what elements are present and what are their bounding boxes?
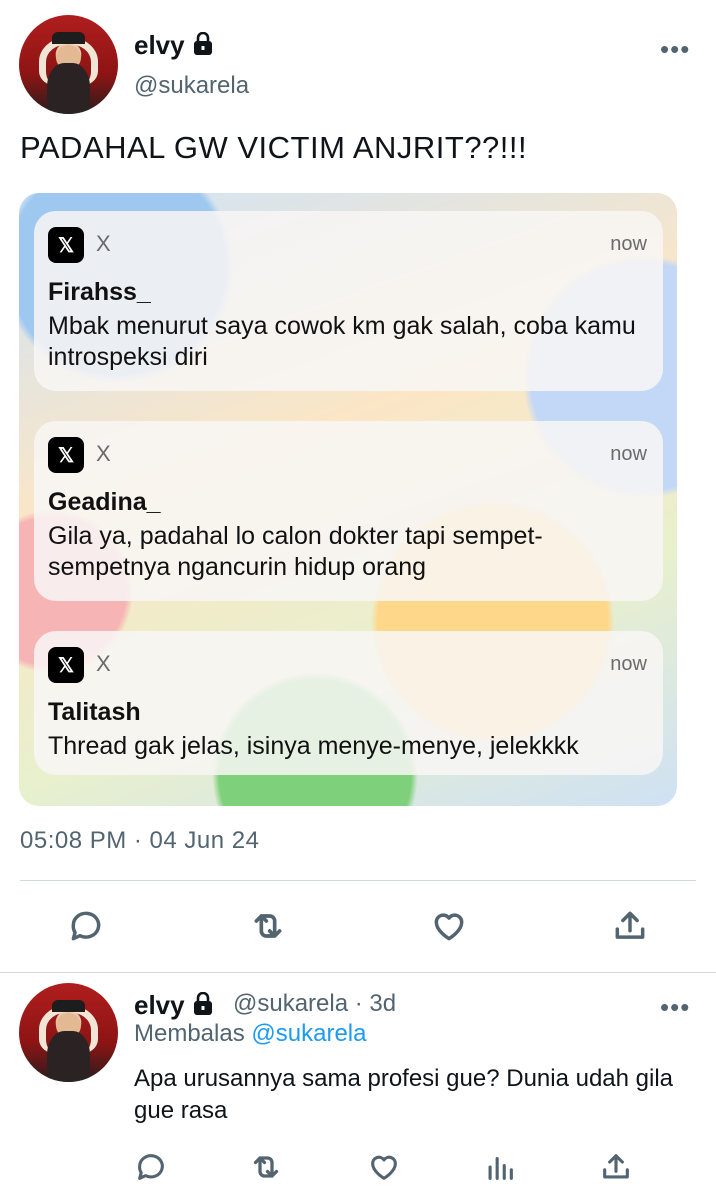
notification-message: Thread gak jelas, isinya menye-menye, je… (48, 732, 579, 760)
notification-time: now (610, 653, 647, 675)
replying-prefix: Membalas (134, 1020, 245, 1047)
notification-time: now (610, 233, 647, 255)
handle[interactable]: @sukarela (134, 72, 249, 100)
notification-name: Talitash (48, 698, 141, 726)
tweet-text: PADAHAL GW VICTIM ANJRIT??!!! (20, 130, 528, 165)
notification-app: X (96, 441, 111, 466)
notification-name: Geadina_ (48, 488, 161, 516)
reply-avatar[interactable] (19, 983, 118, 1082)
x-logo-icon: 𝕏 (48, 647, 84, 683)
notification-app: X (96, 231, 111, 256)
replying-mention-link[interactable]: @sukarela (251, 1020, 366, 1047)
notification-time: now (610, 443, 647, 465)
like-icon[interactable] (364, 1147, 404, 1187)
reply-icon[interactable] (66, 906, 106, 946)
like-icon[interactable] (429, 906, 469, 946)
x-logo-icon: 𝕏 (48, 437, 84, 473)
tweet-timestamp[interactable]: 05:08 PM · 04 Jun 24 (20, 827, 259, 855)
display-name[interactable]: elvy (134, 30, 215, 63)
retweet-icon[interactable] (246, 1147, 286, 1187)
divider (0, 972, 716, 973)
views-icon[interactable] (480, 1147, 520, 1187)
reply-display-name[interactable]: elvy (134, 990, 215, 1023)
notification-message: Gila ya, padahal lo calon dokter tapi se… (48, 522, 543, 581)
notification-message: Mbak menurut saya cowok km gak salah, co… (48, 312, 636, 371)
reply-handle-time[interactable]: @sukarela · 3d (233, 990, 396, 1018)
share-icon[interactable] (610, 906, 650, 946)
notification-app: X (96, 651, 111, 676)
x-logo-icon: 𝕏 (48, 227, 84, 263)
notification-name: Firahss_ (48, 278, 151, 306)
notification-card: 𝕏 X now Firahss_ Mbak menurut saya cowok… (34, 211, 663, 391)
lock-icon (191, 31, 215, 63)
retweet-icon[interactable] (248, 906, 288, 946)
share-icon[interactable] (596, 1147, 636, 1187)
divider (20, 880, 696, 881)
notification-card: 𝕏 X now Geadina_ Gila ya, padahal lo cal… (34, 421, 663, 601)
tweet-media[interactable]: 𝕏 X now Firahss_ Mbak menurut saya cowok… (19, 193, 677, 806)
replying-to: Membalas @sukarela (134, 1020, 366, 1048)
reply-icon[interactable] (131, 1147, 171, 1187)
reply-display-name-text[interactable]: elvy (134, 990, 185, 1020)
notification-card: 𝕏 X now Talitash Thread gak jelas, isiny… (34, 631, 663, 775)
lock-icon (191, 991, 215, 1023)
display-name-text[interactable]: elvy (134, 30, 185, 60)
reply-text: Apa urusannya sama profesi gue? Dunia ud… (134, 1065, 674, 1124)
more-options-icon[interactable]: ••• (660, 34, 690, 65)
avatar[interactable] (19, 15, 118, 114)
more-options-icon[interactable]: ••• (660, 992, 690, 1023)
